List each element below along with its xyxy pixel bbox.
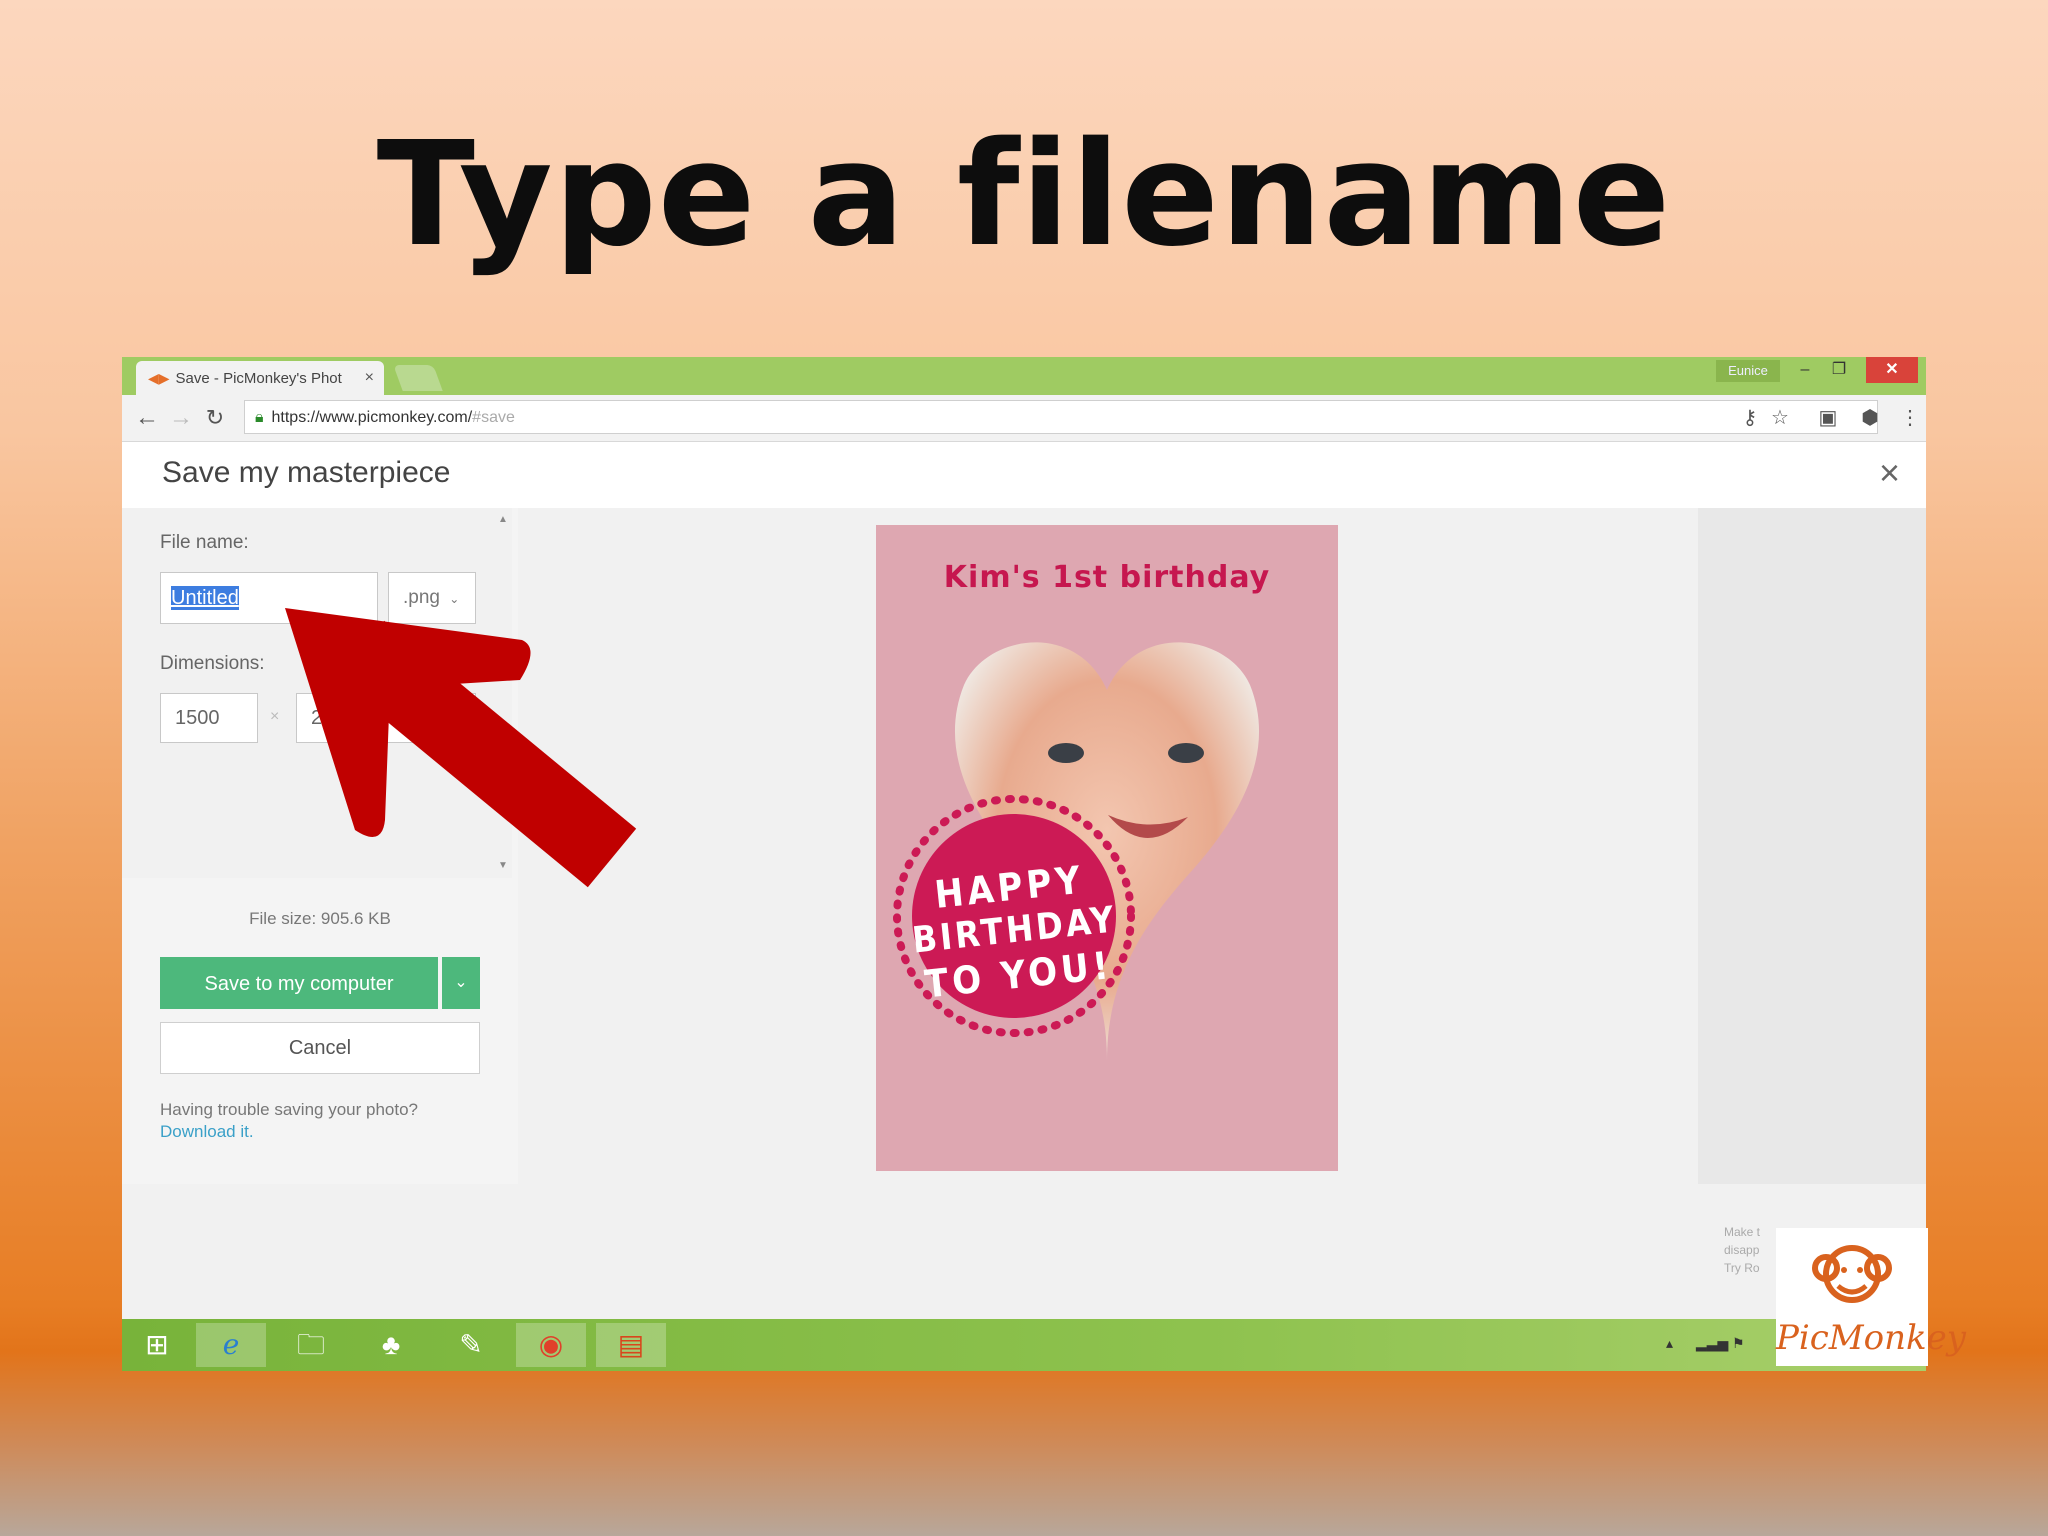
trouble-text: Having trouble saving your photo? [160, 1100, 418, 1119]
dimensions-label: Dimensions: [160, 653, 265, 674]
browser-screenshot: ◀▶ Save - PicMonkey's Phot × Eunice – ❐ … [122, 357, 1926, 1371]
file-name-input[interactable]: Untitled [160, 572, 378, 624]
tab-close-icon[interactable]: × [365, 369, 374, 387]
baby-eye-right [1168, 743, 1204, 763]
save-settings-panel: File name: Untitled .png ⌄ Dimensions: 1… [122, 508, 518, 1184]
paint-icon[interactable]: ✎ [436, 1323, 506, 1367]
profile-button[interactable]: Eunice [1716, 360, 1780, 382]
side-note-line: disapp [1724, 1243, 1760, 1257]
download-link[interactable]: Download it. [160, 1122, 254, 1142]
side-note-line: Make t [1724, 1225, 1761, 1239]
save-to-computer-button[interactable]: Save to my computer [160, 957, 438, 1009]
url-text: https://www.picmonkey.com/ [271, 409, 473, 426]
logo-text: PicMonkey [1776, 1318, 1966, 1358]
bookmark-star-icon[interactable]: ☆ [1768, 405, 1792, 430]
internet-explorer-icon[interactable]: ℯ [196, 1323, 266, 1367]
close-icon[interactable]: × [1879, 452, 1900, 494]
menu-kebab-icon[interactable]: ⋮ [1898, 405, 1922, 430]
browser-tab[interactable]: ◀▶ Save - PicMonkey's Phot × [136, 361, 384, 395]
picmonkey-favicon-icon: ◀▶ [148, 369, 170, 386]
save-options-dropdown[interactable]: ⌄ [442, 957, 480, 1009]
picmonkey-logo: PicMonkey [1776, 1228, 1966, 1366]
reload-icon[interactable]: ↻ [200, 403, 230, 433]
width-input[interactable]: 1500 [160, 693, 258, 743]
dialog-title: Save my masterpiece [162, 456, 451, 489]
tray-chevron-icon[interactable]: ▴ [1666, 1335, 1673, 1352]
flag-icon[interactable]: ⚑ [1732, 1335, 1745, 1352]
file-explorer-icon[interactable]: 🗀︎ [276, 1323, 346, 1367]
monkey-face-icon [1812, 1245, 1892, 1303]
back-arrow-icon[interactable]: ← [132, 403, 162, 433]
chevron-down-icon: ⌄ [449, 592, 460, 606]
dialog-header: Save my masterpiece × [122, 442, 1926, 508]
powerpoint-icon[interactable]: ▤ [596, 1323, 666, 1367]
extension-icon[interactable]: ▣ [1816, 405, 1840, 430]
chrome-icon[interactable]: ◉ [516, 1323, 586, 1367]
window-close-button[interactable]: ✕ [1866, 357, 1918, 383]
scroll-down-icon[interactable]: ▼ [498, 860, 508, 871]
file-name-value: Untitled [171, 586, 239, 610]
file-type-select[interactable]: .png ⌄ [388, 572, 476, 624]
cancel-button[interactable]: Cancel [160, 1022, 480, 1074]
badge-text: HAPPY BIRTHDAY TO YOU! [906, 855, 1123, 1008]
network-icon[interactable]: ▂▃▅ [1696, 1335, 1728, 1352]
tab-bar: ◀▶ Save - PicMonkey's Phot × Eunice – ❐ … [122, 357, 1926, 395]
file-name-label: File name: [160, 532, 249, 553]
side-note: Make t disapp Try Ro [1724, 1223, 1760, 1277]
app-icon-1[interactable]: ♣ [356, 1323, 426, 1367]
birthday-card-preview: Kim's 1st birthday HAPPY BIRTHDAY TO YOU… [876, 525, 1338, 1171]
right-column [1698, 508, 1926, 1184]
key-icon[interactable]: ⚷ [1738, 405, 1762, 430]
windows-start-icon[interactable]: ⊞ [122, 1323, 192, 1367]
tab-title: Save - PicMonkey's Phot [175, 369, 342, 387]
restore-button[interactable]: ❐ [1824, 357, 1854, 383]
height-input[interactable]: 2 [296, 693, 476, 743]
scroll-up-icon[interactable]: ▲ [498, 514, 508, 525]
url-hash: #save [472, 409, 515, 426]
slide-title: Type a filename [376, 110, 1672, 278]
minimize-button[interactable]: – [1790, 357, 1820, 383]
card-artwork [893, 642, 1260, 1060]
settings-scroll-area: File name: Untitled .png ⌄ Dimensions: 1… [122, 508, 512, 878]
baby-eye-left [1048, 743, 1084, 763]
file-type-value: .png [403, 587, 440, 608]
extension-icon-2[interactable]: ⬢ [1858, 405, 1882, 430]
forward-arrow-icon[interactable]: → [166, 403, 196, 433]
file-size: File size: 905.6 KB [249, 909, 391, 928]
side-note-link[interactable]: Try Ro [1724, 1259, 1760, 1277]
dimension-separator: × [270, 708, 280, 725]
windows-taskbar: ⊞ ℯ 🗀︎ ♣ ✎ ◉ ▤ ▴ ▂▃▅ ⚑ [122, 1319, 1926, 1371]
address-bar: ← → ↻ 🔒︎ https://www.picmonkey.com/#save … [122, 395, 1926, 442]
url-input[interactable]: 🔒︎ https://www.picmonkey.com/#save [244, 400, 1878, 434]
new-tab-button[interactable] [393, 365, 443, 391]
lock-icon: 🔒︎ [255, 409, 264, 426]
chevron-down-icon: ⌄ [454, 974, 468, 991]
